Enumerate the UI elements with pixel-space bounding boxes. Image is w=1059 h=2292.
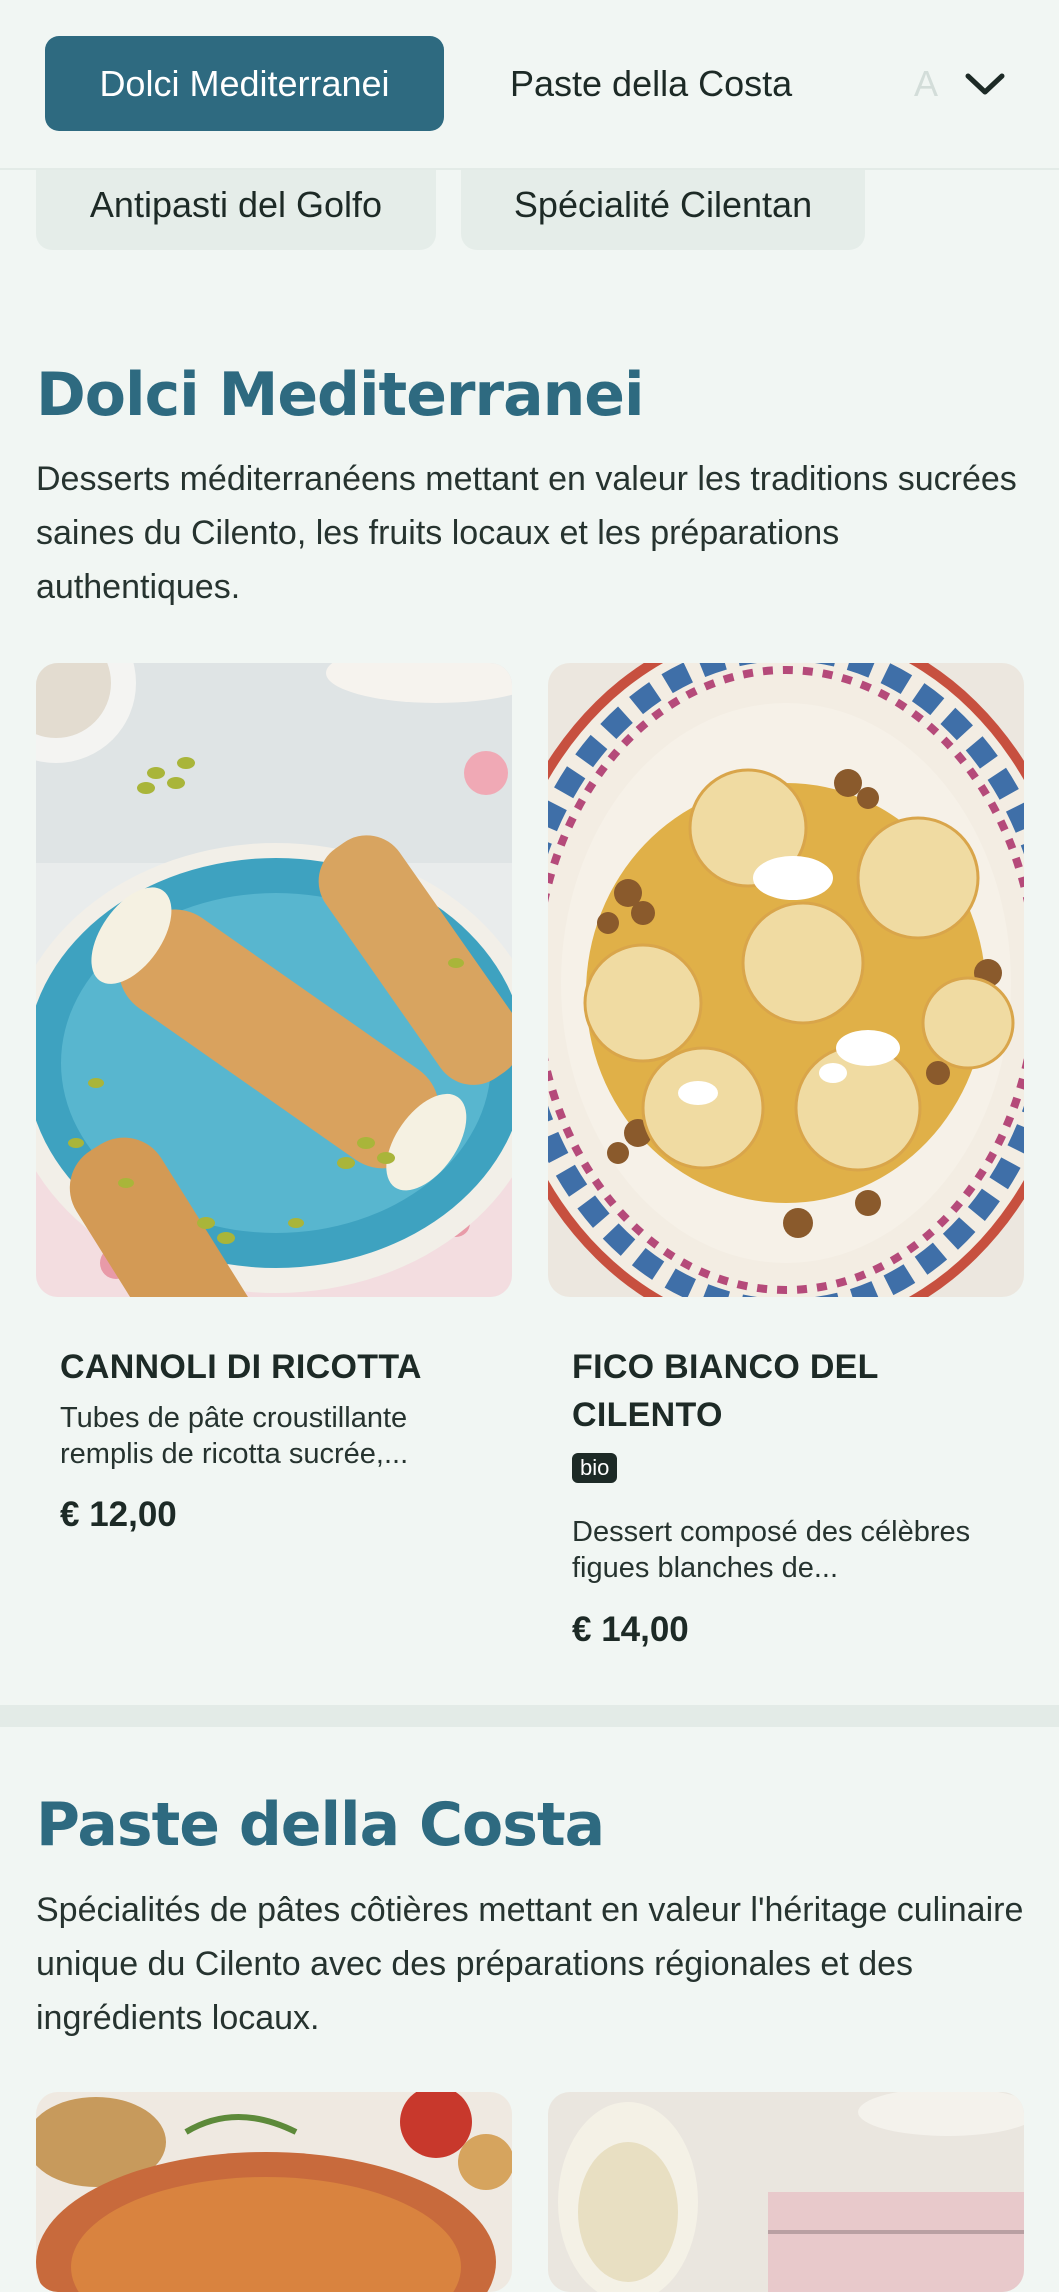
section-title: Paste della Costa xyxy=(36,1790,605,1860)
pasta-table-illustration xyxy=(548,2092,1024,2292)
product-price-fico-bianco: € 14,00 xyxy=(572,1610,689,1649)
section-divider xyxy=(0,1705,1059,1727)
section-description: Desserts méditerranéens mettant en valeu… xyxy=(36,460,1017,606)
product-description-fico-bianco: Dessert composé des célèbres figues blan… xyxy=(572,1516,971,1584)
soup-image[interactable] xyxy=(36,2092,512,2292)
section-description: Spécialités de pâtes côtières mettant en… xyxy=(36,1891,1024,2037)
product-description-cannoli: Tubes de pâte croustillante remplis de r… xyxy=(60,1402,409,1470)
chip-specialite-cilentan[interactable]: Spécialité Cilentan xyxy=(461,160,865,250)
fig-dessert-illustration xyxy=(548,663,1024,1297)
product-name-cannoli[interactable]: CANNOLI DI RICOTTA xyxy=(60,1343,500,1391)
chip-antipasti-del-golfo[interactable]: Antipasti del Golfo xyxy=(36,160,436,250)
tab-dolci-mediterranei[interactable]: Dolci Mediterranei xyxy=(45,36,444,131)
product-price-cannoli: € 12,00 xyxy=(60,1495,177,1534)
category-nav: Dolci Mediterranei Paste della Costa A xyxy=(0,0,1059,170)
cannoli-illustration xyxy=(36,663,512,1297)
bio-badge: bio xyxy=(572,1453,618,1483)
chevron-down-icon[interactable] xyxy=(955,54,1015,114)
section-title: Dolci Mediterranei xyxy=(36,360,645,430)
fico-bianco-image[interactable] xyxy=(548,663,1024,1297)
pasta-image[interactable] xyxy=(548,2092,1024,2292)
cannoli-image[interactable] xyxy=(36,663,512,1297)
tab-paste-della-costa[interactable]: Paste della Costa xyxy=(510,36,792,131)
tab-partial[interactable]: A xyxy=(914,36,940,131)
pasta-dish-illustration xyxy=(36,2092,512,2292)
product-name-fico-bianco[interactable]: FICO BIANCO DEL CILENTO xyxy=(572,1343,1012,1439)
